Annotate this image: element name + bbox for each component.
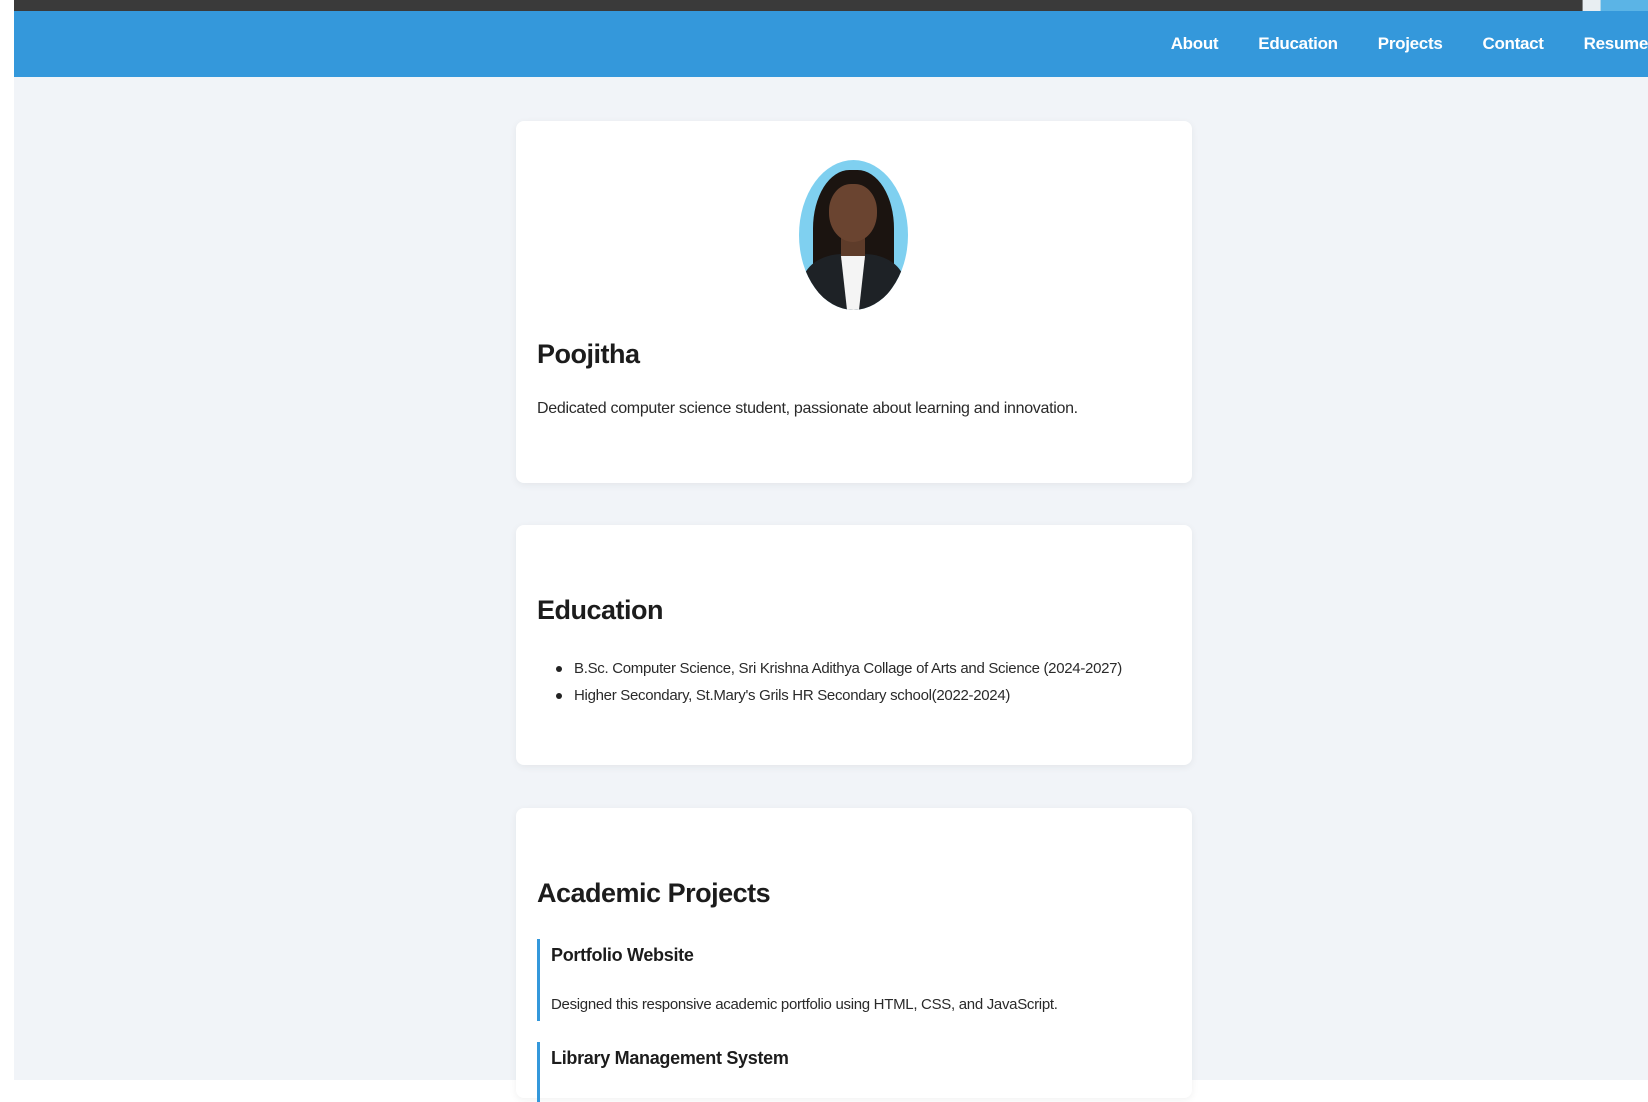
browser-top-strip — [14, 0, 1648, 11]
nav-link-resume[interactable]: Resume — [1584, 34, 1648, 54]
project-item: Library Management System — [537, 1042, 1157, 1102]
nav-link-projects[interactable]: Projects — [1378, 34, 1443, 54]
project-name: Portfolio Website — [551, 945, 694, 965]
profile-tagline: Dedicated computer science student, pass… — [537, 400, 1078, 417]
page-content: Poojitha Dedicated computer science stud… — [14, 77, 1648, 1102]
education-list: B.Sc. Computer Science, Sri Krishna Adit… — [556, 655, 1122, 709]
profile-name: Poojitha — [537, 339, 640, 369]
project-item: Portfolio Website Designed this responsi… — [537, 939, 1157, 1021]
browser-strip-decoration — [1528, 0, 1648, 11]
projects-title: Academic Projects — [537, 878, 771, 908]
avatar-face — [829, 184, 877, 242]
nav-link-contact[interactable]: Contact — [1482, 34, 1543, 54]
projects-card: Academic Projects Portfolio Website Desi… — [516, 808, 1192, 1102]
nav-link-about[interactable]: About — [1171, 34, 1219, 54]
education-card: Education B.Sc. Computer Science, Sri Kr… — [516, 525, 1192, 765]
nav-link-education[interactable]: Education — [1258, 34, 1338, 54]
education-item: B.Sc. Computer Science, Sri Krishna Adit… — [556, 655, 1122, 682]
about-card: Poojitha Dedicated computer science stud… — [516, 121, 1192, 483]
navbar: About Education Projects Contact Resume — [14, 11, 1648, 77]
project-description: Designed this responsive academic portfo… — [551, 996, 1058, 1013]
avatar — [799, 160, 908, 310]
project-name: Library Management System — [551, 1048, 789, 1068]
nav-links: About Education Projects Contact Resume — [1131, 11, 1648, 77]
education-item: Higher Secondary, St.Mary's Grils HR Sec… — [556, 682, 1122, 709]
education-title: Education — [537, 595, 664, 625]
